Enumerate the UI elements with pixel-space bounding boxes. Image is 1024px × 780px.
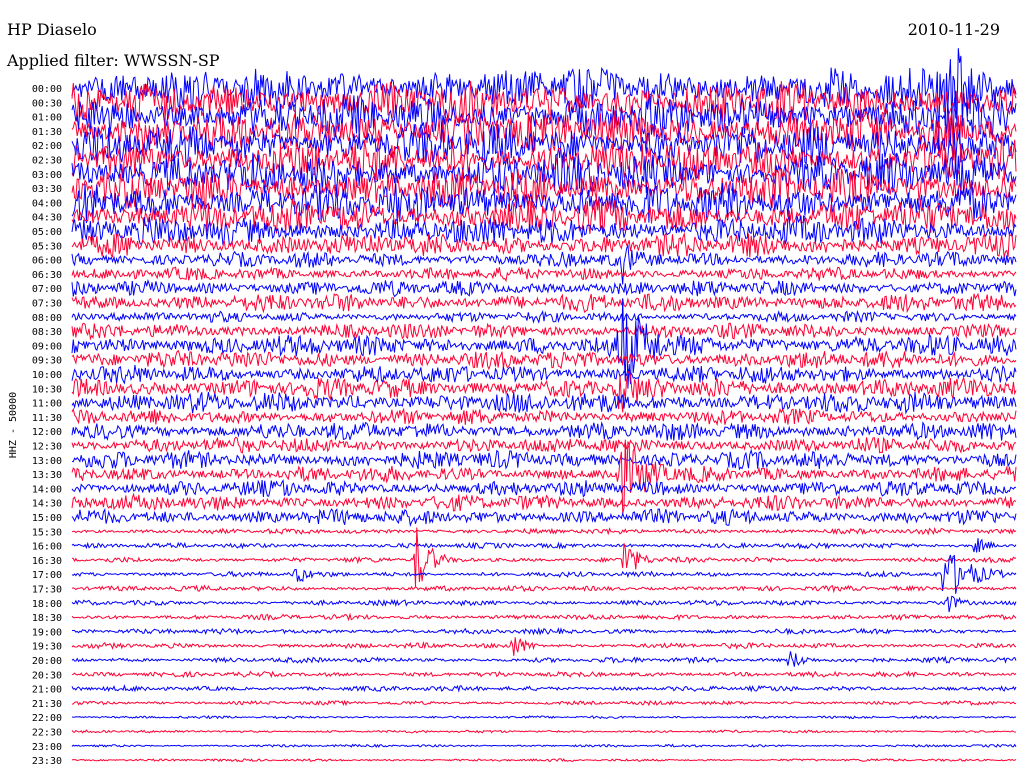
trace-row-1430 — [71, 492, 1017, 512]
trace-row-0630 — [71, 266, 1017, 283]
trace-row-1100 — [71, 392, 1017, 415]
trace-row-1630 — [71, 527, 1017, 587]
trace-row-0700 — [71, 278, 1017, 298]
trace-row-1600 — [71, 538, 1017, 553]
row-time-label: 09:30 — [32, 356, 62, 367]
trace-row-2030 — [71, 670, 1017, 679]
trace-row-1000 — [71, 364, 1017, 385]
row-time-label: 02:00 — [32, 141, 62, 152]
trace-row-1800 — [71, 595, 1017, 613]
row-time-label: 13:00 — [32, 456, 62, 467]
trace-row-0530 — [71, 231, 1017, 258]
row-time-label: 20:00 — [32, 656, 62, 667]
row-time-label: 09:00 — [32, 341, 62, 352]
trace-row-0930 — [71, 349, 1017, 371]
trace-row-1230 — [71, 436, 1016, 454]
row-time-label: 11:00 — [32, 399, 62, 410]
trace-row-1030 — [71, 370, 1017, 413]
row-time-label: 11:30 — [32, 413, 62, 424]
row-time-label: 17:00 — [32, 570, 62, 581]
trace-row-2330 — [71, 758, 1017, 763]
row-time-label: 06:30 — [32, 270, 62, 281]
row-time-label: 05:00 — [32, 227, 62, 238]
trace-row-2230 — [71, 729, 1017, 734]
trace-row-0800 — [71, 309, 1017, 324]
row-time-label: 10:30 — [32, 384, 62, 395]
helicorder-view: HP Diaselo 2010-11-29 Applied filter: WW… — [0, 0, 1024, 780]
trace-row-2200 — [71, 715, 1017, 720]
row-time-label: 08:00 — [32, 313, 62, 324]
row-time-label: 03:30 — [32, 184, 62, 195]
row-time-label: 18:30 — [32, 613, 62, 624]
trace-row-1400 — [71, 478, 1017, 498]
trace-row-1530 — [71, 526, 1017, 536]
row-time-label: 21:30 — [32, 699, 62, 710]
row-time-label: 23:00 — [32, 742, 62, 753]
row-time-label: 13:30 — [32, 470, 62, 481]
row-time-label: 04:30 — [32, 213, 62, 224]
row-time-label: 01:00 — [32, 113, 62, 124]
row-time-label: 02:30 — [32, 156, 62, 167]
row-time-label: 04:00 — [32, 198, 62, 209]
row-time-label: 14:00 — [32, 484, 62, 495]
row-time-label: 00:00 — [32, 84, 62, 95]
row-time-label: 15:00 — [32, 513, 62, 524]
trace-row-2130 — [71, 699, 1017, 707]
y-axis-label: HHZ - 50000 — [8, 392, 19, 458]
trace-row-2100 — [71, 684, 1017, 693]
row-time-label: 10:00 — [32, 370, 62, 381]
row-time-label: 20:30 — [32, 670, 62, 681]
trace-row-1730 — [71, 584, 1017, 594]
row-time-label: 12:00 — [32, 427, 62, 438]
row-time-label: 07:00 — [32, 284, 62, 295]
row-time-label: 17:30 — [32, 585, 62, 596]
trace-row-1900 — [71, 626, 1017, 636]
row-time-label: 12:30 — [32, 442, 62, 453]
row-time-label: 16:00 — [32, 542, 62, 553]
trace-row-2000 — [71, 651, 1017, 667]
row-time-label: 21:00 — [32, 685, 62, 696]
trace-row-0330 — [71, 168, 1017, 209]
trace-row-1130 — [71, 407, 1017, 427]
row-time-label: 05:30 — [32, 241, 62, 252]
row-time-label: 06:00 — [32, 256, 62, 267]
row-time-label: 22:00 — [32, 713, 62, 724]
row-time-label: 08:30 — [32, 327, 62, 338]
row-time-label: 03:00 — [32, 170, 62, 181]
trace-row-0830 — [71, 322, 1017, 341]
row-time-label: 18:00 — [32, 599, 62, 610]
trace-row-0730 — [71, 292, 1017, 314]
row-time-label: 01:30 — [32, 127, 62, 138]
row-time-label: 07:30 — [32, 299, 62, 310]
trace-row-2300 — [71, 743, 1017, 748]
trace-row-1930 — [71, 637, 1017, 656]
row-time-label: 16:30 — [32, 556, 62, 567]
row-time-label: 14:30 — [32, 499, 62, 510]
row-time-label: 00:30 — [32, 98, 62, 109]
row-time-label: 22:30 — [32, 728, 62, 739]
trace-row-1300 — [71, 448, 1017, 471]
row-time-label: 23:30 — [32, 756, 62, 767]
row-time-label: 15:30 — [32, 527, 62, 538]
trace-row-1830 — [71, 612, 1017, 622]
row-time-label: 19:00 — [32, 627, 62, 638]
row-time-label: 19:30 — [32, 642, 62, 653]
trace-row-1500 — [71, 507, 1017, 528]
seismogram-plot: HHZ - 50000 00:00 00:30 01:00 01:30 02:00 02:3… — [8, 48, 1017, 767]
